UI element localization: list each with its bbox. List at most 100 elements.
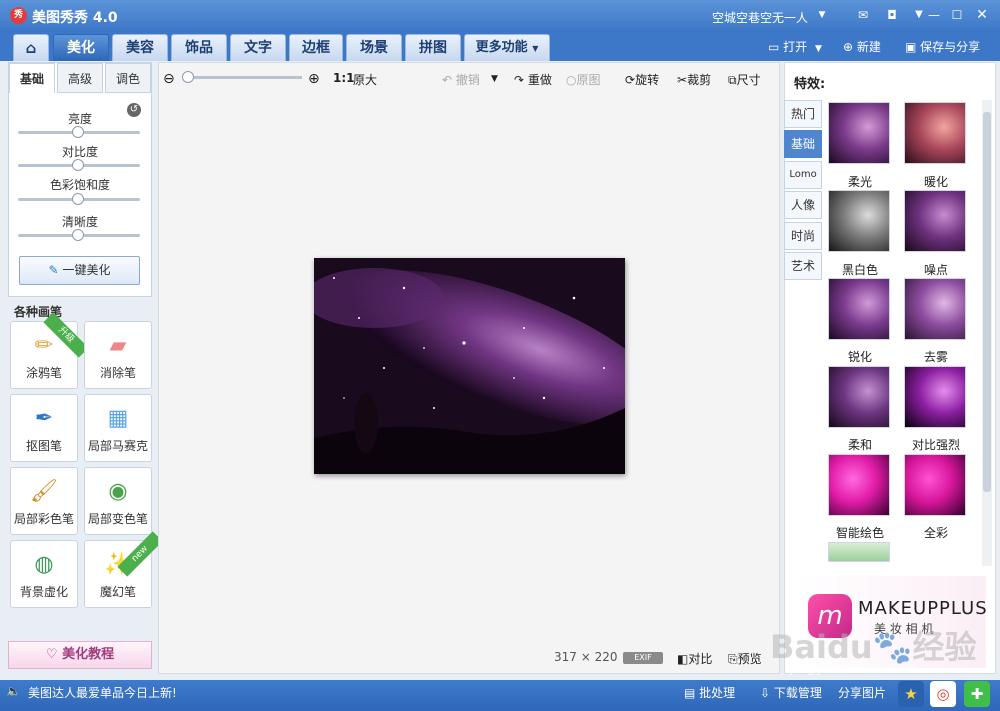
- sharpness-label: 清晰度: [61, 215, 98, 229]
- subtab-color[interactable]: 调色: [105, 63, 151, 93]
- recolor-brush-button[interactable]: ◉ 局部变色笔: [84, 467, 152, 535]
- effect-warm-label: 暖化: [923, 175, 948, 189]
- user-dropdown-icon[interactable]: ▼: [814, 7, 830, 23]
- original-size-button[interactable]: 原大: [353, 71, 377, 88]
- bg-blur-button[interactable]: ◍ 背景虚化: [10, 540, 78, 608]
- download-manager-button[interactable]: ⇩ 下载管理: [760, 684, 822, 701]
- maximize-icon[interactable]: ☐: [949, 7, 965, 23]
- tab-more[interactable]: 更多功能 ▼: [464, 34, 550, 61]
- home-tab-icon[interactable]: ⌂: [13, 34, 49, 61]
- message-icon[interactable]: ✉: [855, 7, 871, 23]
- favorite-star-icon[interactable]: ★: [898, 681, 924, 707]
- one-key-beautify-button[interactable]: ✎ 一键美化: [19, 256, 140, 285]
- cutout-brush-label: 抠图笔: [25, 439, 62, 453]
- mosaic-brush-button[interactable]: ▦ 局部马赛克: [84, 394, 152, 462]
- resize-button[interactable]: ⧉尺寸: [728, 71, 761, 88]
- share-image-button[interactable]: 分享图片: [838, 684, 886, 701]
- blur-icon: ◍: [34, 552, 54, 577]
- magic-brush-label: 魔幻笔: [99, 585, 136, 599]
- minimize-icon[interactable]: —: [926, 7, 942, 23]
- close-icon[interactable]: ✕: [974, 7, 990, 23]
- weibo-icon[interactable]: ◎: [930, 681, 956, 707]
- zoom-track[interactable]: [184, 76, 302, 79]
- effect-noise[interactable]: [904, 190, 966, 252]
- category-hot[interactable]: 热门: [784, 100, 822, 128]
- category-lomo[interactable]: Lomo: [784, 161, 822, 189]
- effect-black-white-label: 黑白色: [841, 263, 878, 277]
- category-portrait[interactable]: 人像: [784, 191, 822, 219]
- effect-full-color-label: 全彩: [923, 526, 948, 540]
- image-dimensions: 317 × 220: [554, 650, 618, 664]
- effect-high-contrast[interactable]: [904, 366, 966, 428]
- category-fashion[interactable]: 时尚: [784, 222, 822, 250]
- effect-soft-light[interactable]: [828, 102, 890, 164]
- feedback-icon[interactable]: ◘: [884, 7, 900, 23]
- effect-soft-light-label: 柔光: [847, 175, 872, 189]
- redo-button[interactable]: ↷ 重做: [514, 71, 552, 88]
- undo-dropdown-icon[interactable]: ▼: [491, 74, 498, 84]
- effect-full-color[interactable]: [904, 454, 966, 516]
- exif-button[interactable]: EXIF: [623, 652, 663, 664]
- category-basic[interactable]: 基础: [784, 130, 822, 158]
- new-button[interactable]: ⊕ 新建: [843, 38, 881, 55]
- undo-button[interactable]: ↶ 撤销: [442, 71, 480, 88]
- tab-collage[interactable]: 拼图: [405, 34, 461, 61]
- tab-accessories[interactable]: 饰品: [171, 34, 227, 61]
- effect-partial-thumbnail[interactable]: [828, 542, 890, 562]
- doodle-brush-button[interactable]: ✏ 涂鸦笔 升级: [10, 312, 89, 389]
- subtab-advanced[interactable]: 高级: [57, 63, 103, 93]
- effect-black-white[interactable]: [828, 190, 890, 252]
- subtab-basic[interactable]: 基础: [9, 63, 55, 93]
- effect-warm[interactable]: [904, 102, 966, 164]
- compare-button[interactable]: ◧对比: [677, 650, 712, 667]
- category-art[interactable]: 艺术: [784, 252, 822, 280]
- brightness-label: 亮度: [67, 112, 92, 126]
- effect-soft[interactable]: [828, 366, 890, 428]
- zoom-in-icon[interactable]: ⊕: [308, 71, 320, 87]
- menu-dropdown-icon[interactable]: ▼: [911, 7, 927, 23]
- cutout-brush-button[interactable]: ✒ 抠图笔: [10, 394, 78, 462]
- color-brush-button[interactable]: 🖌 局部彩色笔: [10, 467, 78, 535]
- open-button[interactable]: ▭ 打开 ▼: [768, 38, 822, 55]
- save-share-button[interactable]: ▣ 保存与分享: [905, 38, 980, 55]
- user-menu[interactable]: 空城空巷空无一人: [712, 9, 808, 26]
- sharpness-handle[interactable]: [72, 229, 84, 241]
- tab-scene[interactable]: 场景: [346, 34, 402, 61]
- effects-title: 特效:: [794, 77, 826, 92]
- effects-scroll-thumb[interactable]: [983, 112, 991, 492]
- tab-text[interactable]: 文字: [230, 34, 286, 61]
- saturation-handle[interactable]: [72, 193, 84, 205]
- effect-dehaze[interactable]: [904, 278, 966, 340]
- zoom-handle[interactable]: [182, 71, 194, 83]
- effect-smart-color[interactable]: [828, 454, 890, 516]
- resize-icon: ⧉: [728, 73, 737, 87]
- hand-heart-icon: ♡: [45, 647, 58, 662]
- effect-soft-label: 柔和: [847, 438, 872, 452]
- rotate-button[interactable]: ⟳旋转: [625, 71, 659, 88]
- batch-label: 批处理: [699, 686, 736, 700]
- crop-button[interactable]: ✂裁剪: [677, 71, 711, 88]
- eraser-brush-button[interactable]: ▰ 消除笔: [84, 321, 152, 389]
- contrast-handle[interactable]: [72, 159, 84, 171]
- tab-beauty[interactable]: 美容: [112, 34, 168, 61]
- news-ticker[interactable]: 美图达人最爱单品今日上新!: [28, 684, 177, 701]
- pencil-icon: ✏: [34, 333, 54, 358]
- brightness-handle[interactable]: [72, 126, 84, 138]
- original-image-button[interactable]: ○原图: [566, 71, 601, 88]
- photo-canvas[interactable]: [314, 258, 625, 474]
- actual-size-button[interactable]: 1:1: [333, 71, 355, 85]
- add-plus-icon[interactable]: ✚: [964, 681, 990, 707]
- tutorial-button[interactable]: ♡ 美化教程: [8, 641, 152, 669]
- resize-label: 尺寸: [736, 73, 761, 87]
- watermark-suffix: 经验: [912, 628, 977, 666]
- open-dropdown-icon[interactable]: ▼: [815, 44, 822, 54]
- preview-button[interactable]: ⎘预览: [728, 650, 762, 667]
- tutorial-label: 美化教程: [62, 647, 115, 662]
- tab-beautify[interactable]: 美化: [53, 34, 109, 61]
- effect-sharpen[interactable]: [828, 278, 890, 340]
- zoom-out-icon[interactable]: ⊖: [163, 71, 175, 87]
- magic-brush-button[interactable]: ✨魔幻笔new: [84, 531, 163, 608]
- watermark-url: jingyan.baidu.com: [790, 660, 920, 676]
- tab-border[interactable]: 边框: [289, 34, 343, 61]
- batch-button[interactable]: ▤ 批处理: [684, 684, 735, 701]
